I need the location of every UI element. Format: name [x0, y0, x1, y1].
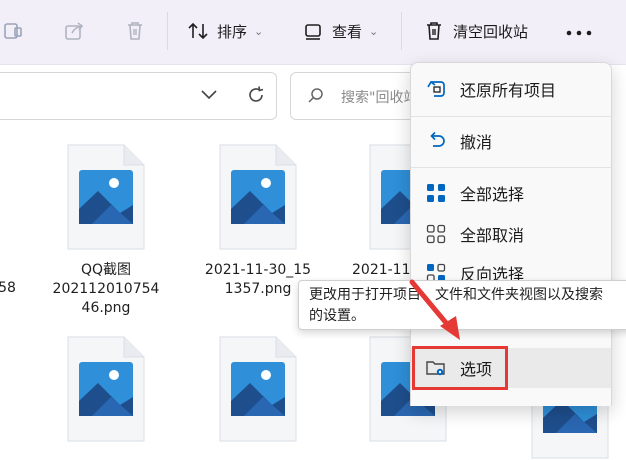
image-file-icon[interactable] [66, 143, 146, 251]
file-name-line: 2021-11-30_15 [204, 262, 312, 278]
empty-recycle-bin-button[interactable]: 清空回收站 [423, 18, 528, 44]
view-icon [305, 24, 321, 40]
toolbar-separator [167, 12, 168, 50]
menu-item-undo[interactable]: 撤消 [411, 121, 611, 161]
file-name-line: 46.png [81, 300, 131, 316]
toolbar-separator [401, 12, 402, 50]
sort-icon [188, 22, 208, 40]
file-name-line: 202112010754 [52, 281, 160, 297]
menu-item-label: 全部取消 [460, 226, 525, 245]
tooltip-line: 的设置。 [309, 308, 365, 324]
delete-icon[interactable] [124, 20, 146, 42]
menu-item-label: 全部选择 [460, 185, 525, 204]
view-label: 查看 [332, 22, 363, 41]
restore-icon [427, 80, 445, 97]
tooltip-line: 更改用于打开项目、文件和文件夹视图以及搜索 [309, 287, 603, 303]
select-none-icon [426, 224, 446, 244]
image-file-icon[interactable] [218, 143, 298, 251]
undo-icon [430, 131, 445, 147]
menu-separator [411, 116, 611, 117]
menu-separator [411, 167, 611, 168]
command-bar: 排序 ⌄ 查看 ⌄ 清空回收站 [0, 0, 626, 65]
share-alt-icon[interactable] [2, 20, 24, 42]
chevron-down-icon: ⌄ [254, 24, 264, 38]
menu-item-restore-all[interactable]: 还原所有项目 [411, 69, 611, 109]
view-button[interactable]: 查看 ⌄ [302, 18, 378, 44]
menu-item-select-none[interactable]: 全部取消 [411, 214, 611, 254]
refresh-icon[interactable] [245, 84, 267, 106]
share-icon[interactable] [63, 20, 85, 42]
search-icon [308, 88, 323, 103]
highlight-box [412, 346, 508, 390]
select-all-icon [427, 184, 445, 202]
trash-icon [427, 22, 441, 40]
empty-bin-label: 清空回收站 [453, 22, 529, 41]
sort-label: 排序 [217, 22, 248, 41]
tooltip: 更改用于打开项目、文件和文件夹视图以及搜索 的设置。 [298, 280, 626, 330]
chevron-down-icon: ⌄ [369, 24, 379, 38]
image-file-icon[interactable] [218, 335, 298, 443]
menu-item-label: 撤消 [460, 133, 493, 152]
search-box[interactable]: 搜索"回收站" [290, 72, 424, 120]
menu-item-select-all[interactable]: 全部选择 [411, 173, 611, 213]
chevron-down-icon[interactable] [200, 88, 218, 102]
menu-item-label: 还原所有项目 [460, 81, 557, 100]
file-name-line: QQ截图 [80, 262, 132, 278]
sort-button[interactable]: 排序 ⌄ [187, 18, 263, 44]
image-file-icon[interactable] [66, 335, 146, 443]
address-bar[interactable] [0, 72, 277, 120]
more-options-icon[interactable] [566, 30, 592, 36]
